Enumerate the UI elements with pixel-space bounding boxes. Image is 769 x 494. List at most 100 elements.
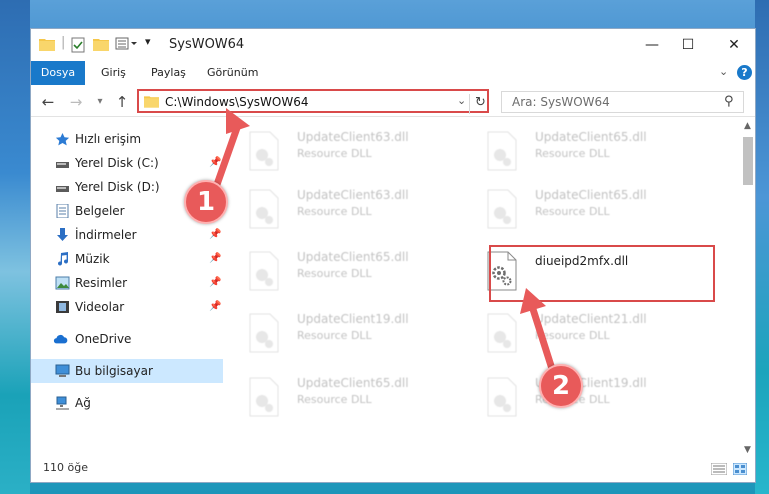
file-item[interactable]: UpdateClient19.dll Resource DLL: [231, 307, 461, 363]
separator: |: [61, 35, 66, 50]
nav-label: Belgeler: [75, 204, 125, 218]
refresh-icon: ↻: [475, 95, 486, 110]
folder-icon: [144, 94, 159, 111]
vertical-scrollbar[interactable]: ▲ ▼: [741, 121, 755, 458]
pin-icon[interactable]: 📌: [209, 151, 221, 175]
step-2-badge: 2: [539, 364, 583, 408]
nav-label: Müzik: [75, 252, 110, 266]
address-row: ← → ▾ ↑ C:\Windows\SysWOW64 ⌄ ↻ Ara: Sys…: [31, 88, 755, 117]
search-icon[interactable]: ⚲: [724, 94, 734, 109]
address-dropdown-icon[interactable]: ⌄: [457, 94, 466, 107]
nav-label: OneDrive: [75, 332, 132, 346]
ribbon-tabs: Dosya Giriş Paylaş Görünüm ⌄ ?: [31, 61, 755, 85]
file-name: UpdateClient63.dll: [297, 130, 409, 144]
pin-icon[interactable]: 📌: [209, 247, 221, 271]
properties-icon[interactable]: [71, 37, 85, 53]
desktop-background-left: [0, 0, 30, 494]
pictures-icon: [55, 276, 70, 290]
file-name: UpdateClient65.dll: [297, 250, 409, 264]
nav-item-downloads[interactable]: İndirmeler 📌: [31, 223, 223, 247]
large-icons-view-icon[interactable]: [733, 463, 747, 475]
pin-icon[interactable]: 📌: [209, 271, 221, 295]
nav-label: Hızlı erişim: [75, 132, 142, 146]
title-bar: | ▾ SysWOW64 — ☐ ✕: [31, 29, 755, 61]
dll-file-icon: [487, 189, 517, 229]
maximize-button[interactable]: ☐: [673, 35, 703, 55]
file-item[interactable]: UpdateClient63.dll Resource DLL: [231, 183, 461, 239]
minimize-button[interactable]: —: [637, 35, 667, 55]
file-name: UpdateClient65.dll: [535, 188, 647, 202]
nav-item-videos[interactable]: Videolar 📌: [31, 295, 223, 319]
tab-home[interactable]: Giriş: [101, 61, 126, 85]
tab-file[interactable]: Dosya: [31, 61, 85, 85]
drive-icon: [56, 186, 69, 192]
dll-file-icon: [249, 189, 279, 229]
file-type: Resource DLL: [535, 329, 610, 342]
folder-icon: [39, 37, 55, 53]
forward-arrow-icon[interactable]: →: [67, 93, 85, 111]
nav-item-quick-access[interactable]: Hızlı erişim: [31, 127, 223, 151]
nav-item-pictures[interactable]: Resimler 📌: [31, 271, 223, 295]
file-item[interactable]: UpdateClient19.dll Resource DLL: [469, 371, 699, 427]
address-path[interactable]: C:\Windows\SysWOW64: [165, 95, 309, 109]
file-item[interactable]: UpdateClient65.dll Resource DLL: [231, 245, 461, 301]
documents-icon: [56, 204, 69, 218]
dll-file-icon: [249, 377, 279, 417]
file-type: Resource DLL: [535, 205, 610, 218]
recent-locations-icon[interactable]: ▾: [91, 93, 109, 111]
back-arrow-icon[interactable]: ←: [39, 93, 57, 111]
scroll-up-icon[interactable]: ▲: [744, 121, 751, 131]
new-folder-icon[interactable]: [93, 37, 109, 53]
scroll-down-icon[interactable]: ▼: [744, 445, 751, 455]
file-name: UpdateClient65.dll: [535, 130, 647, 144]
item-count: 110 öğe: [43, 461, 88, 474]
scrollbar-thumb[interactable]: [743, 137, 753, 185]
file-type: Resource DLL: [297, 147, 372, 160]
computer-icon: [55, 364, 70, 377]
nav-label: Ağ: [75, 396, 91, 410]
dll-file-icon: [487, 313, 517, 353]
expand-ribbon-icon[interactable]: ⌄: [719, 65, 728, 78]
help-icon[interactable]: ?: [737, 65, 752, 80]
tab-share[interactable]: Paylaş: [151, 61, 186, 85]
file-item[interactable]: UpdateClient65.dll Resource DLL: [231, 371, 461, 427]
nav-item-drive-c[interactable]: Yerel Disk (C:) 📌: [31, 151, 223, 175]
dll-file-icon: [249, 313, 279, 353]
file-name: UpdateClient21.dll: [535, 312, 647, 326]
nav-item-onedrive[interactable]: OneDrive: [31, 327, 223, 351]
dll-file-icon: [487, 131, 517, 171]
downloads-icon: [57, 228, 68, 241]
nav-item-this-pc[interactable]: Bu bilgisayar: [31, 359, 223, 383]
star-icon: [55, 133, 70, 146]
file-item[interactable]: UpdateClient63.dll Resource DLL: [231, 125, 461, 181]
music-icon: [58, 252, 69, 266]
refresh-button[interactable]: ↻: [469, 94, 490, 114]
window-title: SysWOW64: [169, 37, 245, 52]
tab-view[interactable]: Görünüm: [207, 61, 258, 85]
nav-label: Yerel Disk (D:): [75, 180, 160, 194]
pin-icon[interactable]: 📌: [209, 223, 221, 247]
view-options-icon[interactable]: [115, 37, 141, 53]
file-item[interactable]: UpdateClient21.dll Resource DLL: [469, 307, 699, 363]
search-box[interactable]: Ara: SysWOW64 ⚲: [501, 91, 744, 113]
network-icon: [56, 396, 69, 410]
pin-icon[interactable]: 📌: [209, 295, 221, 319]
nav-label: Videolar: [75, 300, 125, 314]
customize-toolbar-icon[interactable]: ▾: [145, 35, 151, 51]
nav-item-music[interactable]: Müzik 📌: [31, 247, 223, 271]
nav-item-network[interactable]: Ağ: [31, 391, 223, 415]
file-item[interactable]: UpdateClient65.dll Resource DLL: [469, 183, 699, 239]
details-view-icon[interactable]: [711, 463, 727, 475]
file-type: Resource DLL: [297, 329, 372, 342]
dll-file-icon: [487, 377, 517, 417]
up-arrow-icon[interactable]: ↑: [113, 93, 131, 111]
file-type: Resource DLL: [535, 147, 610, 160]
file-item[interactable]: UpdateClient65.dll Resource DLL: [469, 125, 699, 181]
address-bar[interactable]: C:\Windows\SysWOW64 ⌄ ↻: [137, 89, 490, 114]
close-button[interactable]: ✕: [719, 35, 749, 55]
dll-file-icon: [249, 131, 279, 171]
file-name: UpdateClient63.dll: [297, 188, 409, 202]
navigation-pane: Hızlı erişim Yerel Disk (C:) 📌 Yerel Dis…: [31, 125, 223, 435]
nav-label: Yerel Disk (C:): [75, 156, 159, 170]
videos-icon: [56, 301, 69, 313]
